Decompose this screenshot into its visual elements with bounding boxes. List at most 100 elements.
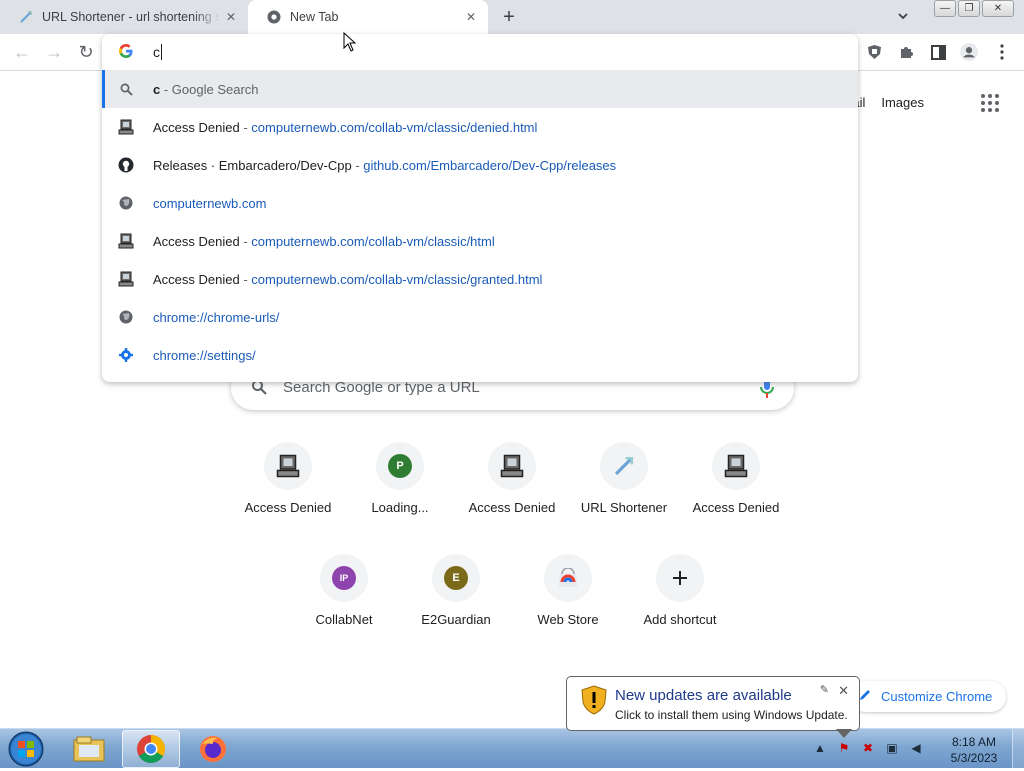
- gear-icon: [118, 347, 134, 363]
- computer-favicon: [118, 271, 134, 287]
- notification-title: New updates are available: [615, 687, 792, 704]
- shortcut-tile[interactable]: E E2Guardian: [400, 554, 512, 666]
- suggestion-title: Access Denied: [153, 233, 240, 249]
- suggestion-url: Google Search: [171, 81, 259, 97]
- suggestion-row[interactable]: Access Denied - computernewb.com/collab-…: [102, 260, 858, 298]
- computer-favicon: [712, 442, 760, 490]
- window-controls: — ❐ ✕: [934, 0, 1014, 17]
- suggestion-row[interactable]: computernewb.com: [102, 184, 858, 222]
- shortcut-tile[interactable]: Access Denied: [680, 442, 792, 554]
- suggestion-row[interactable]: Releases · Embarcadero/Dev-Cpp - github.…: [102, 146, 858, 184]
- suggestion-url: computernewb.com/collab-vm/classic/denie…: [251, 119, 538, 135]
- shortcut-tile[interactable]: Web Store: [512, 554, 624, 666]
- network-alert-icon[interactable]: ⚑: [836, 740, 852, 756]
- shortcut-label: Access Denied: [244, 500, 332, 515]
- profile-avatar-icon[interactable]: [960, 43, 978, 61]
- letter-p-icon: P: [388, 454, 412, 478]
- shortcut-label: URL Shortener: [580, 500, 668, 515]
- suggestion-row[interactable]: c - Google Search: [102, 70, 858, 108]
- suggestion-row[interactable]: chrome://chrome-urls/: [102, 298, 858, 336]
- show-desktop-button[interactable]: [1012, 729, 1024, 769]
- shortcut-tile[interactable]: P Loading...: [344, 442, 456, 554]
- taskbar: ▲ ⚑ ✖ ▣ ◀ 8:18 AM 5/3/2023: [0, 728, 1024, 769]
- letter-ip-icon: IP: [332, 566, 356, 590]
- notification-tail: [836, 729, 852, 738]
- notification-body: Click to install them using Windows Upda…: [615, 708, 848, 722]
- wrench-icon[interactable]: ✎: [820, 683, 829, 696]
- forward-icon[interactable]: →: [44, 42, 64, 62]
- clock-time: 8:18 AM: [951, 735, 997, 749]
- menu-kebab-icon[interactable]: [993, 43, 1011, 61]
- tab-title: New Tab: [290, 10, 339, 24]
- close-window-button[interactable]: ✕: [982, 0, 1014, 17]
- side-panel-icon[interactable]: [929, 43, 947, 61]
- computer-favicon: [118, 233, 134, 249]
- close-notification-icon[interactable]: ✕: [838, 683, 849, 699]
- shortcut-label: CollabNet: [315, 612, 373, 627]
- tab-url-shortener[interactable]: URL Shortener - url shortening se ✕: [0, 0, 248, 34]
- shortcut-tile[interactable]: URL Shortener: [568, 442, 680, 554]
- suggestion-sep: -: [239, 233, 252, 249]
- minimize-button[interactable]: —: [934, 0, 956, 17]
- shortcut-label: Web Store: [537, 612, 599, 627]
- show-hidden-icons-icon[interactable]: ▲: [812, 740, 828, 756]
- add-shortcut-tile[interactable]: Add shortcut: [624, 554, 736, 666]
- computer-favicon: [264, 442, 312, 490]
- tab-new-tab[interactable]: New Tab ✕: [248, 0, 488, 34]
- chrome-taskbar-icon[interactable]: [122, 730, 180, 768]
- suggestion-row[interactable]: Access Denied - computernewb.com/collab-…: [102, 108, 858, 146]
- update-notification[interactable]: New updates are available Click to insta…: [566, 676, 860, 731]
- back-icon[interactable]: ←: [12, 42, 32, 62]
- extensions-icon[interactable]: [897, 43, 915, 61]
- tab-search-icon[interactable]: [896, 9, 912, 25]
- tab-title: URL Shortener - url shortening se: [42, 10, 220, 24]
- shortcut-tile[interactable]: IP CollabNet: [288, 554, 400, 666]
- suggestion-row[interactable]: Access Denied - computernewb.com/collab-…: [102, 222, 858, 260]
- suggestion-row[interactable]: chrome://settings/: [102, 336, 858, 374]
- images-link[interactable]: Images: [881, 95, 924, 110]
- plus-icon: [656, 554, 704, 602]
- suggestion-sep: -: [239, 271, 252, 287]
- suggestion-sep: -: [351, 157, 364, 173]
- suggestion-url: chrome://chrome-urls/: [153, 309, 280, 325]
- explorer-taskbar-icon[interactable]: [60, 730, 118, 768]
- suggestion-url: github.com/Embarcadero/Dev-Cpp/releases: [363, 157, 617, 173]
- omnibox-dropdown: c c - Google Search Access Denied - comp…: [102, 34, 858, 382]
- omnibox-input[interactable]: c: [102, 34, 858, 70]
- clock-date: 5/3/2023: [950, 751, 998, 765]
- maximize-button[interactable]: ❐: [958, 0, 980, 17]
- globe-icon: [118, 309, 134, 325]
- chrome-icon: [266, 9, 282, 25]
- google-apps-icon[interactable]: [981, 94, 999, 112]
- webstore-icon: [544, 554, 592, 602]
- volume-icon[interactable]: ◀: [908, 740, 924, 756]
- close-tab-icon[interactable]: ✕: [224, 10, 238, 24]
- suggestion-title: Access Denied: [153, 271, 240, 287]
- computer-favicon: [488, 442, 536, 490]
- suggestion-url: chrome://settings/: [153, 347, 256, 363]
- shortcut-label: Loading...: [371, 500, 429, 515]
- shortcut-label: Add shortcut: [643, 612, 717, 627]
- action-center-icon[interactable]: ✖: [860, 740, 876, 756]
- start-button[interactable]: [6, 730, 46, 768]
- customize-chrome-button[interactable]: Customize Chrome: [850, 681, 1006, 712]
- shortcut-label: Access Denied: [692, 500, 780, 515]
- suggestion-url: computernewb.com/collab-vm/classic/html: [251, 233, 495, 249]
- reload-icon[interactable]: ↻: [76, 42, 96, 62]
- shield-extension-icon[interactable]: [865, 43, 883, 61]
- link-favicon: [18, 9, 34, 25]
- firefox-taskbar-icon[interactable]: [184, 730, 242, 768]
- close-tab-icon[interactable]: ✕: [464, 10, 478, 24]
- new-tab-button[interactable]: +: [500, 7, 518, 27]
- taskbar-clock[interactable]: 8:18 AM 5/3/2023: [944, 734, 1004, 766]
- google-icon: [118, 43, 134, 59]
- suggestion-title: Releases · Embarcadero/Dev-Cpp: [153, 157, 352, 173]
- warning-shield-icon: [581, 685, 607, 715]
- network-icon[interactable]: ▣: [884, 740, 900, 756]
- omnibox-typed-text: c: [153, 44, 160, 60]
- search-icon: [118, 81, 134, 97]
- suggestion-sep: -: [160, 81, 172, 97]
- shortcut-tile[interactable]: Access Denied: [456, 442, 568, 554]
- suggestion-url: computernewb.com: [153, 195, 267, 211]
- shortcut-tile[interactable]: Access Denied: [232, 442, 344, 554]
